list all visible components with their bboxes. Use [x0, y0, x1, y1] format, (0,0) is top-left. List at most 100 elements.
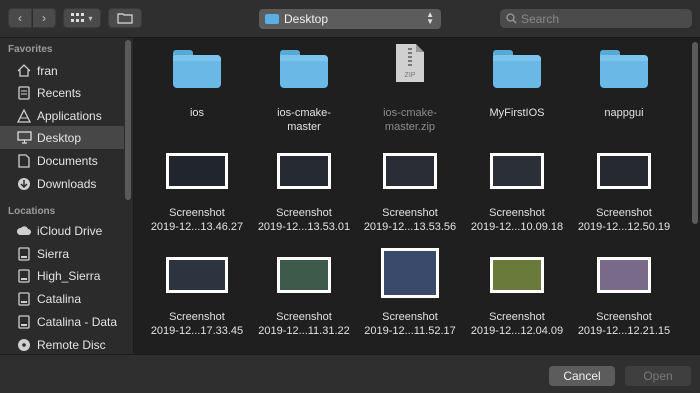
- sidebar-item-label: iCloud Drive: [37, 223, 103, 238]
- folder-icon: [173, 50, 221, 88]
- screenshot-thumbnail: [277, 257, 331, 293]
- file-item-myfirstios[interactable]: MyFirstIOS: [467, 50, 567, 120]
- location-select[interactable]: Desktop ▲ ▼: [259, 9, 441, 29]
- sidebar-item-catalina-data[interactable]: Catalina - Data: [0, 310, 124, 333]
- cloud-icon: [16, 223, 32, 239]
- view-options-button[interactable]: ▾: [63, 8, 101, 28]
- recents-icon: [16, 85, 32, 101]
- zip-file-icon: ZIP: [396, 44, 424, 82]
- sidebar-item-label: Applications: [37, 108, 102, 123]
- sidebar-item-label: Downloads: [37, 176, 97, 191]
- cancel-button[interactable]: Cancel: [549, 366, 615, 386]
- file-name-line2: 2019-12...12.50.19: [577, 221, 671, 233]
- forward-button[interactable]: ›: [32, 8, 56, 28]
- file-name: ios: [189, 107, 205, 119]
- sidebar-item-label: High_Sierra: [37, 268, 101, 283]
- file-item-screenshot[interactable]: Screenshot 2019-12...13.53.01: [254, 153, 354, 234]
- file-item-ios[interactable]: ios: [147, 50, 247, 120]
- file-name-line2: master.zip: [384, 121, 436, 133]
- file-name-line2: 2019-12...11.31.22: [258, 325, 350, 337]
- search-field[interactable]: [500, 9, 692, 28]
- grid-view-icon: [71, 13, 85, 22]
- sidebar-item-sierra[interactable]: Sierra: [0, 242, 124, 265]
- chevron-down-icon: ▾: [88, 13, 93, 23]
- sidebar-item-label: Catalina: [37, 291, 82, 306]
- dialog-footer: Cancel Open: [0, 354, 700, 393]
- zip-badge: ZIP: [404, 72, 416, 79]
- chevron-right-icon: ›: [42, 11, 46, 25]
- sidebar-item-remote-disc[interactable]: Remote Disc: [0, 333, 124, 354]
- screenshot-thumbnail: [277, 153, 331, 189]
- screenshot-thumbnail: [383, 153, 437, 189]
- sidebar-item-downloads[interactable]: Downloads: [0, 172, 124, 195]
- file-item-screenshot[interactable]: Screenshot 2019-12...12.04.09: [467, 257, 567, 338]
- new-folder-button[interactable]: [108, 8, 142, 28]
- disk-icon: [16, 291, 32, 307]
- sidebar-item-label: Catalina - Data: [37, 314, 118, 329]
- file-name-line2: master: [287, 121, 321, 133]
- file-item-screenshot[interactable]: Screenshot 2019-12...12.21.15: [574, 257, 674, 338]
- sidebar-item-documents[interactable]: Documents: [0, 149, 124, 172]
- screenshot-thumbnail: [597, 153, 651, 189]
- screenshot-thumbnail: [490, 257, 544, 293]
- file-name: ios-cmake-: [383, 107, 437, 119]
- file-item-screenshot[interactable]: Screenshot 2019-12...17.33.45: [147, 257, 247, 338]
- toolbar: ‹ › ▾ Desktop ▲ ▼: [0, 0, 700, 38]
- file-name-line2: 2019-12...13.53.01: [257, 221, 351, 233]
- disk-icon: [16, 314, 32, 330]
- sidebar-item-label: fran: [37, 63, 58, 78]
- downloads-icon: [16, 176, 32, 192]
- chevron-left-icon: ‹: [18, 11, 22, 25]
- file-name-line2: 2019-12...10.09.18: [470, 221, 564, 233]
- sidebar-item-recents[interactable]: Recents: [0, 81, 124, 104]
- file-item-screenshot[interactable]: Screenshot 2019-12...13.53.56: [360, 153, 460, 234]
- sidebar-item-fran[interactable]: fran: [0, 59, 124, 82]
- back-button[interactable]: ‹: [8, 8, 32, 28]
- sidebar-item-label: Remote Disc: [37, 337, 106, 352]
- open-button[interactable]: Open: [625, 366, 691, 386]
- search-input[interactable]: [521, 11, 681, 26]
- sidebar-item-high-sierra[interactable]: High_Sierra: [0, 264, 124, 287]
- sidebar-scrollbar[interactable]: [125, 40, 131, 200]
- file-name: ios-cmake-: [277, 107, 331, 119]
- file-name: Screenshot: [596, 311, 652, 323]
- home-icon: [16, 63, 32, 79]
- file-item-screenshot[interactable]: Screenshot 2019-12...10.09.18: [467, 153, 567, 234]
- sidebar-item-catalina[interactable]: Catalina: [0, 287, 124, 310]
- disk-icon: [16, 246, 32, 262]
- file-name: Screenshot: [276, 207, 332, 219]
- file-item-nappgui[interactable]: nappgui: [574, 50, 674, 120]
- file-name: Screenshot: [382, 207, 438, 219]
- sidebar-item-label: Sierra: [37, 246, 70, 261]
- file-item-screenshot[interactable]: Screenshot 2019-12...11.52.17: [360, 248, 460, 338]
- folder-icon: [280, 50, 328, 88]
- remote-disc-icon: [16, 337, 32, 353]
- screenshot-thumbnail: [381, 248, 439, 298]
- screenshot-thumbnail: [166, 153, 228, 189]
- documents-icon: [16, 153, 32, 169]
- sidebar-item-desktop[interactable]: Desktop: [0, 126, 124, 149]
- disk-icon: [16, 268, 32, 284]
- file-item-screenshot[interactable]: Screenshot 2019-12...13.46.27: [147, 153, 247, 234]
- content-scrollbar[interactable]: [692, 42, 698, 224]
- file-name: MyFirstIOS: [489, 107, 545, 119]
- file-name-line2: 2019-12...17.33.45: [150, 325, 244, 337]
- file-name: Screenshot: [489, 207, 545, 219]
- file-item-screenshot[interactable]: Screenshot 2019-12...12.50.19: [574, 153, 674, 234]
- locations-header: Locations: [8, 206, 56, 217]
- sidebar-item-label: Desktop: [37, 130, 82, 145]
- sidebar-item-applications[interactable]: Applications: [0, 104, 124, 127]
- file-item-ios-cmake-master[interactable]: ios-cmake- master: [254, 50, 354, 134]
- file-item-screenshot[interactable]: Screenshot 2019-12...11.31.22: [254, 257, 354, 338]
- sidebar-item-icloud-drive[interactable]: iCloud Drive: [0, 219, 124, 242]
- screenshot-thumbnail: [166, 257, 228, 293]
- desktop-icon: [16, 130, 32, 146]
- file-name: Screenshot: [382, 311, 438, 323]
- location-label: Desktop: [284, 12, 329, 26]
- file-name-line2: 2019-12...13.46.27: [150, 221, 244, 233]
- updown-arrows-icon: ▲ ▼: [426, 10, 434, 26]
- file-name-line2: 2019-12...13.53.56: [363, 221, 457, 233]
- new-folder-icon: [117, 13, 133, 24]
- folder-icon: [493, 50, 541, 88]
- file-item-ios-cmake-master-zip[interactable]: ZIP ios-cmake- master.zip: [360, 44, 460, 134]
